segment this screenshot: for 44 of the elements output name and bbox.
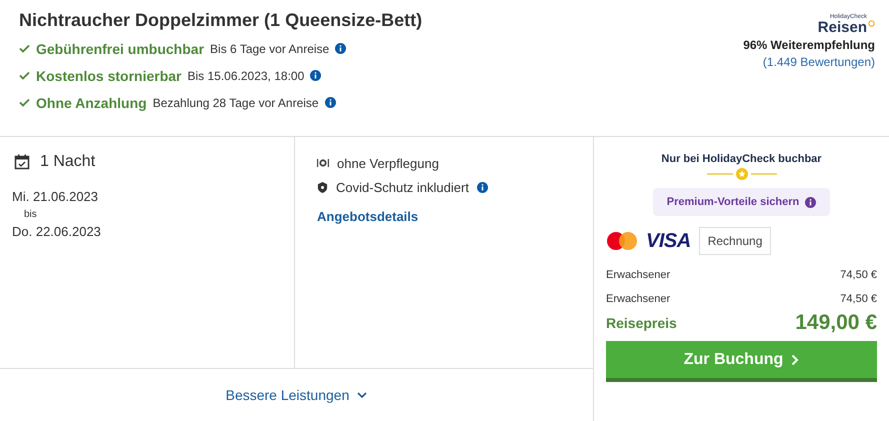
service-text: ohne Verpflegung	[337, 156, 439, 170]
nights-text: 1 Nacht	[40, 153, 96, 171]
shield-icon	[317, 182, 328, 192]
info-icon[interactable]	[310, 70, 322, 81]
recommendation: 96% Weiterempfehlung	[743, 38, 875, 52]
offer-details-link[interactable]: Angebotsdetails	[317, 209, 418, 224]
info-icon[interactable]	[335, 43, 346, 54]
until-text: bis	[24, 209, 38, 220]
arrival-date: Mi. 21.06.2023	[12, 189, 100, 204]
feature-detail: Bis 15.06.2023, 18:00	[187, 68, 304, 82]
price-label: Erwachsener	[606, 269, 670, 281]
price-value: 74,50 €	[840, 293, 877, 305]
logo-text: Reisen	[818, 20, 867, 35]
feature-detail: Bis 6 Tage vor Anreise	[210, 42, 330, 56]
total-label: Reisepreis	[606, 315, 677, 331]
card-logo-icon	[606, 231, 638, 251]
info-icon[interactable]	[476, 182, 488, 192]
plate-icon	[317, 158, 329, 168]
feature-label: Gebührenfrei umbuchbar	[36, 40, 204, 56]
feature-label: Ohne Anzahlung	[36, 94, 147, 110]
chevron-right-icon	[791, 354, 800, 366]
departure-date: Do. 22.06.2023	[12, 224, 102, 239]
price-value: 74,50 €	[840, 269, 877, 281]
room-title: Nichtraucher Doppelzimmer (1 Queensize-Bett)	[19, 10, 422, 31]
price-label: Erwachsener	[606, 293, 670, 305]
check-icon	[19, 71, 30, 80]
chevron-down-icon	[357, 392, 368, 398]
info-icon[interactable]	[805, 196, 816, 208]
invoice-badge: Rechnung	[698, 227, 772, 255]
exclusive-text: Nur bei HolidayCheck buchbar	[660, 153, 823, 165]
total-price: 149,00 €	[795, 311, 877, 335]
feature-label: Kostenlos stornierbar	[36, 68, 182, 84]
ring-icon	[868, 20, 875, 27]
check-icon	[19, 98, 30, 107]
premium-button[interactable]: Premium-Vorteile sichern	[652, 188, 830, 216]
info-icon[interactable]	[324, 97, 336, 108]
service-text: Covid-Schutz inkludiert	[336, 180, 469, 194]
reviews-link[interactable]: (1.449 Bewertungen)	[762, 55, 875, 69]
better-services-button[interactable]: Bessere Leistungen	[0, 369, 593, 421]
check-icon	[19, 44, 30, 53]
visa-logo: VISA	[646, 230, 691, 252]
calendar-icon	[14, 154, 30, 170]
star-divider-icon	[706, 168, 776, 180]
feature-detail: Bezahlung 28 Tage vor Anreise	[152, 96, 319, 110]
